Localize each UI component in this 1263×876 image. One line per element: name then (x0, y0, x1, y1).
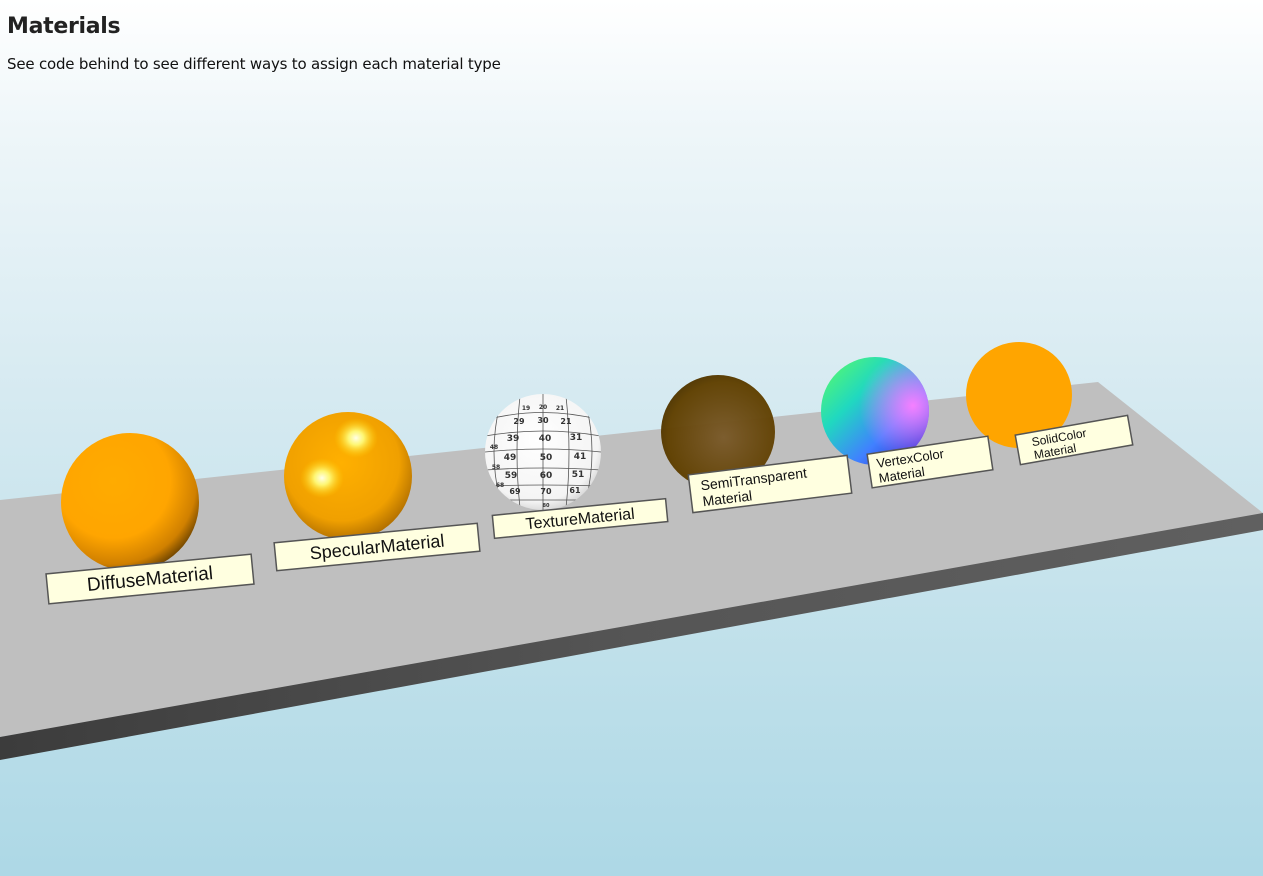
texture-number: 59 (505, 471, 518, 481)
texture-number: 31 (570, 433, 583, 443)
texture-number: 40 (539, 434, 552, 444)
texture-number: 30 (537, 416, 549, 425)
texture-number: 50 (540, 453, 553, 463)
sphere-texture[interactable]: 19 20 21 29 30 21 39 40 31 49 50 41 59 60 51 69 70 61 80 48… (485, 394, 601, 510)
texture-number: 21 (560, 417, 572, 426)
texture-number: 61 (569, 486, 581, 495)
texture-number: 39 (507, 434, 520, 444)
texture-number: 21 (556, 405, 564, 412)
texture-number: 49 (504, 453, 517, 463)
texture-number: 29 (513, 417, 525, 426)
texture-number: 69 (509, 487, 521, 496)
viewport-3d[interactable]: 19 20 21 29 30 21 39 40 31 49 50 41 59 60 51 69 70 61 80 48… (0, 0, 1263, 876)
texture-number: 19 (522, 405, 530, 412)
sphere-diffuse[interactable] (61, 433, 199, 571)
specular-highlight (300, 458, 344, 498)
texture-number: 48 (490, 444, 498, 451)
sphere-specular[interactable] (284, 412, 412, 540)
texture-number: 51 (572, 470, 585, 480)
texture-number: 80 (543, 503, 550, 509)
texture-number: 70 (540, 487, 552, 496)
texture-number: 60 (540, 471, 553, 481)
texture-number: 20 (539, 404, 547, 411)
texture-number: 41 (574, 452, 587, 462)
specular-highlight (334, 418, 378, 458)
texture-number: 58 (492, 464, 500, 471)
